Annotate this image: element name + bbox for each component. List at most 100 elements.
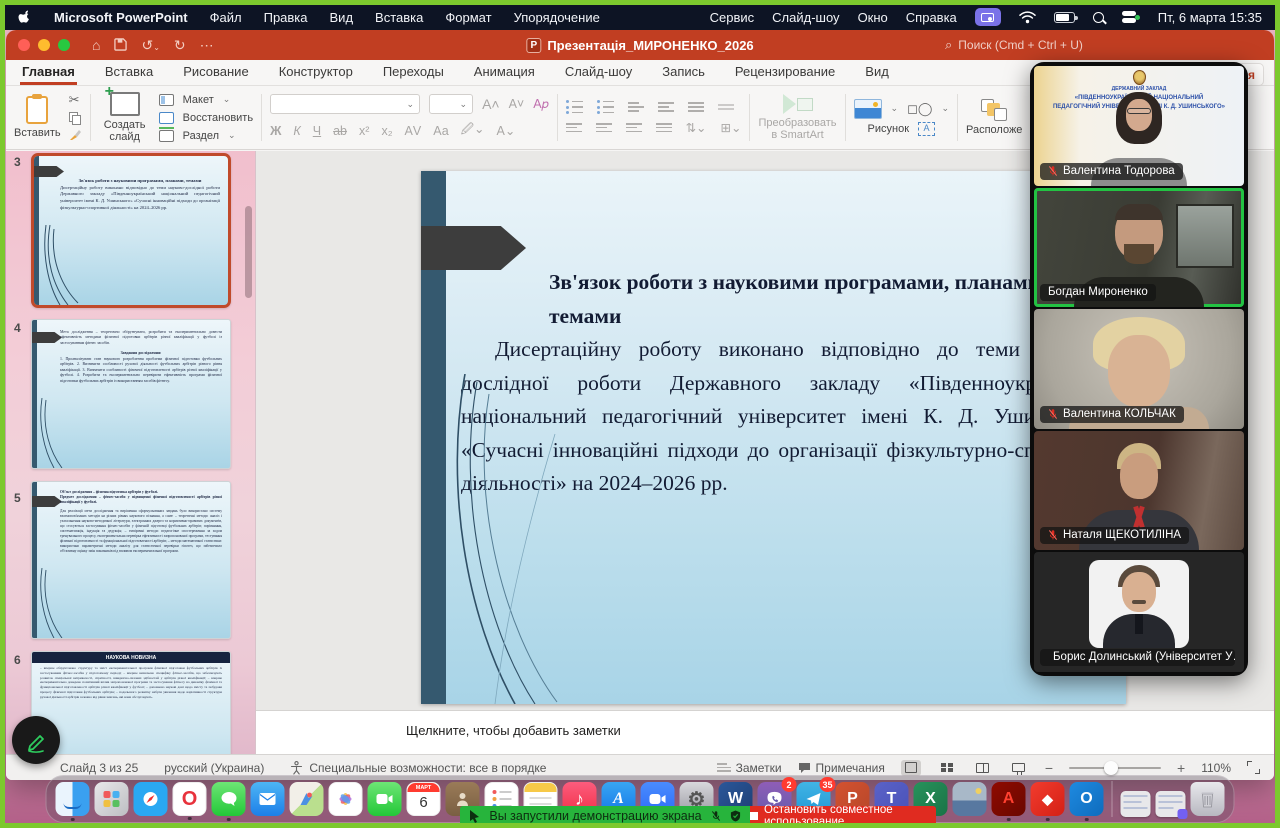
picture-button[interactable]: ⌄◻◯⌄ РисунокА	[854, 99, 949, 136]
language-indicator[interactable]: русский (Украина)	[164, 761, 264, 775]
highlight-button[interactable]: 🖉⌄	[461, 120, 485, 141]
tab-insert[interactable]: Вставка	[103, 60, 155, 85]
participant-tile-4[interactable]: Наталя ЩЕКОТИЛІНА	[1034, 431, 1244, 551]
search-field[interactable]: ⌕ Поиск (Cmd + Ctrl + U)	[945, 35, 1260, 55]
slide-sorter-view-button[interactable]	[937, 760, 957, 776]
spotlight-search-icon[interactable]	[1093, 12, 1104, 23]
stop-sharing-button[interactable]: Остановить совместное использование	[750, 806, 936, 826]
align-center-button[interactable]	[596, 121, 612, 135]
home-icon[interactable]: ⌂	[92, 38, 100, 52]
decrease-indent-button[interactable]	[628, 100, 644, 114]
strikethrough-button[interactable]: ab	[333, 124, 347, 138]
save-icon[interactable]	[114, 38, 127, 53]
align-left-button[interactable]	[566, 121, 582, 135]
numbering-button[interactable]	[597, 100, 614, 114]
line-spacing-button[interactable]	[688, 100, 704, 114]
current-slide[interactable]: Зв'язок роботи з науковими програмами, п…	[421, 171, 1126, 704]
tab-transitions[interactable]: Переходы	[381, 60, 446, 85]
reset-button[interactable]: Восстановить	[159, 112, 253, 124]
comments-toggle[interactable]: Примечания	[798, 761, 885, 775]
dock-opera-icon[interactable]: O	[173, 782, 207, 816]
text-box-icon[interactable]: А	[918, 122, 935, 136]
zoom-in-button[interactable]: +	[1177, 760, 1185, 776]
participant-tile-1[interactable]: ДЕРЖАВНИЙ ЗАКЛАД «ПІВДЕННОУКРАЇНСЬКИЙ НА…	[1034, 66, 1244, 186]
font-color-button[interactable]: А⌄	[496, 123, 515, 138]
zoom-out-button[interactable]: −	[1045, 760, 1053, 776]
annotation-pencil-button[interactable]	[12, 716, 60, 764]
thumbnail-scrollbar[interactable]	[245, 206, 252, 298]
smartart-button[interactable]: Преобразоватьв SmartArt	[758, 94, 836, 141]
align-right-button[interactable]	[626, 121, 642, 135]
zoom-slider[interactable]	[1069, 767, 1161, 769]
justify-button[interactable]	[656, 121, 672, 135]
menu-app-name[interactable]: Microsoft PowerPoint	[54, 10, 188, 25]
dock-photos-icon[interactable]	[329, 782, 363, 816]
dock-safari-icon[interactable]	[134, 782, 168, 816]
menu-insert[interactable]: Вставка	[375, 10, 423, 25]
minimized-window-1[interactable]	[1121, 791, 1151, 817]
accessibility-status[interactable]: Специальные возможности: все в порядке	[290, 761, 546, 775]
slide-thumbnail-5[interactable]: Об'єкт дослідження – фізична підготовка …	[31, 481, 231, 639]
italic-button[interactable]: К	[293, 124, 300, 138]
menu-clock[interactable]: Пт, 6 марта 15:35	[1158, 10, 1262, 25]
slide-thumbnail-6[interactable]: НАУКОВА НОВИЗНА – вперше обґрунтовано ст…	[31, 651, 231, 754]
tab-design[interactable]: Конструктор	[277, 60, 355, 85]
decrease-font-icon[interactable]: А˅	[509, 97, 525, 111]
dock-messages-icon[interactable]	[212, 782, 246, 816]
shapes-icon[interactable]: ◻◯	[907, 102, 932, 116]
zoom-window-button[interactable]	[58, 39, 70, 51]
dock-launchpad-icon[interactable]	[95, 782, 129, 816]
underline-button[interactable]: Ч	[313, 124, 321, 138]
wifi-icon[interactable]	[1019, 11, 1036, 24]
layout-button[interactable]: Макет⌄	[159, 94, 253, 106]
screen-sharing-indicator-icon[interactable]	[975, 8, 1001, 26]
zoom-slider-knob[interactable]	[1104, 761, 1118, 775]
tab-review[interactable]: Рецензирование	[733, 60, 837, 85]
paste-button[interactable]: Вставить	[14, 96, 61, 139]
redo-icon[interactable]: ↻	[174, 38, 186, 52]
increase-font-icon[interactable]: А˄	[482, 96, 500, 112]
tab-view[interactable]: Вид	[863, 60, 891, 85]
font-size-select[interactable]: ⌄	[429, 94, 473, 114]
slide-title[interactable]: Зв'язок роботи з науковими програмами, п…	[461, 266, 1116, 333]
menu-window[interactable]: Окно	[858, 10, 888, 25]
fit-slide-to-window-button[interactable]	[1247, 761, 1260, 774]
copy-button[interactable]	[69, 112, 81, 125]
menu-file[interactable]: Файл	[210, 10, 242, 25]
dock-mail-icon[interactable]	[251, 782, 285, 816]
dock-facetime-icon[interactable]	[368, 782, 402, 816]
dock-outlook-icon[interactable]: O	[1070, 782, 1104, 816]
increase-indent-button[interactable]	[658, 100, 674, 114]
dock-calendar-icon[interactable]: МАРТ6	[407, 782, 441, 816]
apple-menu-icon[interactable]	[18, 9, 32, 25]
new-slide-button[interactable]: Создать слайд	[99, 92, 151, 143]
superscript-button[interactable]: x²	[359, 124, 369, 138]
dock-maps-icon[interactable]	[290, 782, 324, 816]
tab-home[interactable]: Главная	[20, 60, 77, 85]
character-spacing-button[interactable]: АV	[405, 124, 422, 138]
close-window-button[interactable]	[18, 39, 30, 51]
cut-button[interactable]: ✂	[69, 92, 82, 108]
clear-formatting-icon[interactable]: А𝑝	[533, 97, 548, 112]
menu-view[interactable]: Вид	[330, 10, 354, 25]
arrange-button[interactable]: Расположе	[966, 99, 1022, 136]
participant-tile-2-active-speaker[interactable]: Богдан Мироненко	[1034, 188, 1244, 308]
menu-edit[interactable]: Правка	[264, 10, 308, 25]
battery-icon[interactable]	[1054, 12, 1075, 23]
slideshow-view-button[interactable]	[1009, 760, 1029, 776]
normal-view-button[interactable]	[901, 760, 921, 776]
dock-finder-icon[interactable]	[56, 782, 90, 816]
subscript-button[interactable]: x₂	[381, 124, 392, 138]
security-shield-icon[interactable]	[730, 810, 741, 822]
menu-tools[interactable]: Сервис	[710, 10, 755, 25]
slide-counter[interactable]: Слайд 3 из 25	[60, 761, 138, 775]
tab-animations[interactable]: Анимация	[472, 60, 537, 85]
reading-view-button[interactable]	[973, 760, 993, 776]
columns-button[interactable]	[718, 102, 734, 112]
align-text-button[interactable]: ⊞⌄	[721, 120, 742, 135]
bullets-button[interactable]	[566, 100, 583, 114]
undo-icon[interactable]: ↺⌄	[141, 38, 159, 52]
menu-slideshow[interactable]: Слайд-шоу	[772, 10, 839, 25]
notes-toggle[interactable]: Заметки	[717, 761, 782, 775]
dock-preview-icon[interactable]	[953, 782, 987, 816]
